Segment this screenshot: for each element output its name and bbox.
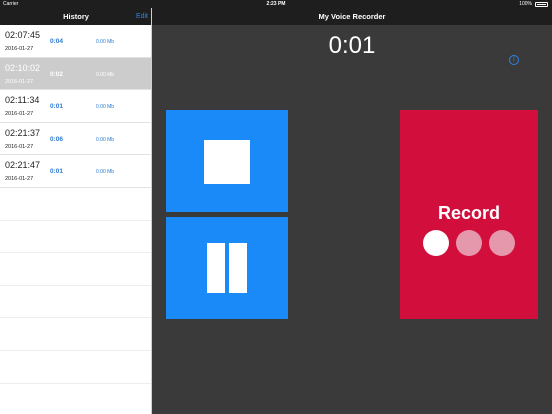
recording-duration: 0:01 (50, 168, 64, 176)
recording-date: 2016-01-27 (5, 78, 34, 85)
recording-row[interactable]: 02:11:34 2016-01-27 0:01 0.00 Mb (0, 90, 151, 123)
stop-button[interactable] (166, 110, 288, 212)
recording-row[interactable]: 02:10:02 2016-01-27 0:02 0.00 Mb (0, 57, 151, 91)
sidebar-nav-bar: History Edit (0, 8, 151, 25)
record-level-dot (456, 230, 482, 256)
pause-bar-right (229, 243, 247, 293)
sidebar-title: History (63, 12, 89, 21)
recorder-main: My Voice Recorder 0:01 i Record (152, 8, 552, 414)
recording-duration: 0:01 (50, 103, 64, 111)
recording-row[interactable]: 02:07:45 2016-01-27 0:04 0.00 Mb (0, 25, 151, 58)
empty-list-row (0, 253, 151, 286)
empty-list-row (0, 351, 151, 384)
recording-date: 2016-01-27 (5, 143, 34, 150)
empty-list-row (0, 221, 151, 254)
battery-icon (535, 2, 548, 7)
info-icon[interactable]: i (509, 55, 519, 65)
history-sidebar: History Edit 02:07:45 2016-01-27 0:04 0.00 … (0, 8, 152, 414)
empty-list-row (0, 286, 151, 319)
app-title: My Voice Recorder (318, 12, 386, 21)
status-time: 2:23 PM (266, 1, 286, 7)
recording-date: 2016-01-27 (5, 176, 34, 183)
stop-icon (204, 140, 250, 184)
recording-time: 02:21:47 (5, 160, 41, 171)
recording-size: 0.00 Mb (96, 71, 115, 78)
recording-row[interactable]: 02:21:37 2016-01-27 0:06 0.00 Mb (0, 123, 151, 156)
status-bar: Carrier 2:23 PM 100% (0, 0, 552, 8)
recording-duration: 0:04 (50, 38, 64, 45)
empty-list-row (0, 188, 151, 221)
edit-button[interactable]: Edit (136, 8, 148, 25)
empty-list-row (0, 318, 151, 351)
empty-list-row (0, 384, 151, 414)
recording-size: 0.00 Mb (96, 39, 115, 45)
elapsed-timer: 0:01 (328, 32, 376, 59)
pause-bar-left (207, 243, 225, 293)
recording-size: 0.00 Mb (96, 169, 115, 176)
recording-row[interactable]: 02:21:47 2016-01-27 0:01 0.00 Mb (0, 155, 151, 188)
recording-date: 2016-01-27 (5, 46, 34, 52)
record-level-dot (423, 230, 449, 256)
pause-button[interactable] (166, 217, 288, 319)
recording-list: 02:07:45 2016-01-27 0:04 0.00 Mb 02:10:02 201… (0, 25, 151, 414)
record-button[interactable]: Record (400, 110, 538, 319)
status-battery-percent: 100% (519, 1, 532, 7)
recording-time: 02:11:34 (5, 95, 40, 106)
main-nav-bar: My Voice Recorder (152, 8, 552, 25)
recording-time: 02:10:02 (5, 62, 41, 73)
recording-date: 2016-01-27 (5, 111, 34, 118)
record-label: Record (437, 203, 500, 223)
recording-time: 02:21:37 (5, 127, 41, 138)
recording-size: 0.00 Mb (96, 136, 115, 143)
recording-duration: 0:06 (50, 135, 64, 143)
recording-size: 0.00 Mb (96, 104, 115, 111)
recording-time: 02:07:45 (5, 30, 41, 40)
recording-duration: 0:02 (50, 70, 64, 78)
record-level-dot (489, 230, 515, 256)
